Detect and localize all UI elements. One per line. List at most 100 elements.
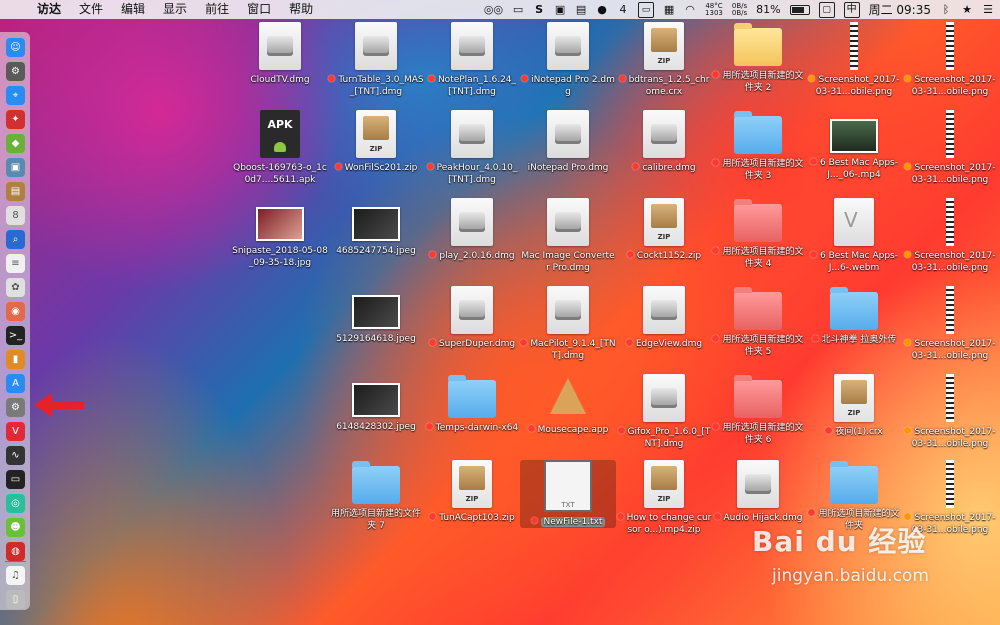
- netease-music-icon[interactable]: ◍: [6, 542, 25, 561]
- datetime[interactable]: 周二 09:35: [869, 1, 931, 18]
- desktop-file[interactable]: Screenshot_2017-03-31...obile.png: [806, 22, 902, 98]
- file-name: Screenshot_2017-03-31...obile.png: [911, 339, 996, 361]
- glasses-icon[interactable]: ◎◎: [484, 3, 503, 17]
- wechat-status-icon[interactable]: ●: [596, 3, 608, 17]
- desktop-file[interactable]: ZIP WonFilSc201.zip: [328, 110, 424, 174]
- desktop-file[interactable]: NotePlan_1.6.24_[TNT].dmg: [424, 22, 520, 98]
- menu-view[interactable]: 显示: [154, 0, 196, 19]
- clipboard-icon[interactable]: ▤: [575, 3, 587, 17]
- network-monitor[interactable]: 0B/s 0B/s: [732, 2, 747, 17]
- desktop-file[interactable]: APK Qboost-169763-o_1c0d7....5611.apk: [232, 110, 328, 186]
- desktop-file[interactable]: V 6 Best Mac Apps- J...6-.webm: [806, 198, 902, 274]
- desktop-file[interactable]: Audio Hijack.dmg: [710, 460, 806, 524]
- desktop-file[interactable]: 用所选项目新建的文件夹 4: [710, 198, 806, 270]
- s-icon[interactable]: S: [533, 3, 545, 17]
- system-preferences-icon[interactable]: ⚙: [6, 398, 25, 417]
- desktop-file[interactable]: SuperDuper.dmg: [424, 286, 520, 350]
- display-icon[interactable]: ▭: [512, 3, 524, 17]
- desktop-file[interactable]: Mac Image Converter Pro.dmg: [520, 198, 616, 274]
- desktop-file[interactable]: MacPilot_9.1.4_[TNT].dmg: [520, 286, 616, 362]
- battery-icon[interactable]: [789, 4, 810, 15]
- photos-wheel-icon[interactable]: ◉: [6, 302, 25, 321]
- appstore-icon[interactable]: A: [6, 374, 25, 393]
- photos-icon[interactable]: ✿: [6, 278, 25, 297]
- textedit-icon[interactable]: ≡: [6, 254, 25, 273]
- menu-file[interactable]: 文件: [70, 0, 112, 19]
- desktop-file[interactable]: 北斗神拳 拉奥外传: [806, 286, 902, 346]
- desktop-file[interactable]: PeakHour_4.0.10_[TNT].dmg: [424, 110, 520, 186]
- desktop-file[interactable]: ZIP bdtrans_1.2.5_chrome.crx: [616, 22, 712, 98]
- books-icon[interactable]: ▮: [6, 350, 25, 369]
- trash-icon[interactable]: ▯: [6, 590, 25, 609]
- menu-edit[interactable]: 编辑: [112, 0, 154, 19]
- desktop-file[interactable]: Snipaste_2018-05-08_09-35-18.jpg: [232, 198, 328, 269]
- desktop-file[interactable]: Screenshot_2017-03-31...obile.png: [902, 110, 998, 186]
- folder-icon: [734, 287, 782, 330]
- desktop-file[interactable]: Screenshot_2017-03-31...obile.png: [902, 198, 998, 274]
- desktop-file[interactable]: 用所选项目新建的文件夹 5: [710, 286, 806, 358]
- desktop-file[interactable]: Screenshot_2017-03-31...obile.png: [902, 286, 998, 362]
- desktop-file[interactable]: ZIP Cockt1152.zip: [616, 198, 712, 262]
- messenger-icon[interactable]: ◎: [6, 494, 25, 513]
- bluetooth-icon[interactable]: ᛒ: [940, 3, 952, 17]
- terminal-icon[interactable]: >_: [6, 326, 25, 345]
- calendar-icon[interactable]: 8: [6, 206, 25, 225]
- desktop-file[interactable]: 6148428302.jpeg: [328, 374, 424, 433]
- app-icon[interactable]: ▢: [818, 1, 835, 18]
- star-icon[interactable]: ★: [961, 3, 973, 17]
- app-red-icon[interactable]: ✦: [6, 110, 25, 129]
- box-icon: [651, 466, 677, 490]
- menu-list-icon[interactable]: ☰: [982, 3, 994, 17]
- notes-icon[interactable]: ▤: [6, 182, 25, 201]
- android-icon[interactable]: ◆: [6, 134, 25, 153]
- desktop-file[interactable]: 4685247754.jpeg: [328, 198, 424, 257]
- desktop-file[interactable]: Gifox_Pro_1.6.0_[TNT].dmg: [616, 374, 712, 450]
- vivaldi-icon[interactable]: V: [6, 422, 25, 441]
- desktop-file[interactable]: 用所选项目新建的文件夹 2: [710, 22, 806, 94]
- file-name: Mousecape.app: [537, 425, 609, 435]
- desktop-file[interactable]: Temps-darwin-x64: [424, 374, 520, 434]
- desktop-file[interactable]: 用所选项目新建的文件夹 7: [328, 460, 424, 532]
- menu-help[interactable]: 帮助: [280, 0, 322, 19]
- desktop-file[interactable]: 6 Best Mac Apps- J..._06-.mp4: [806, 110, 902, 181]
- finder-icon[interactable]: ☺: [6, 38, 25, 57]
- tag-dot-orange: [904, 427, 912, 434]
- desktop-file[interactable]: TXT NewFile-1.txt: [520, 460, 616, 528]
- desktop-file[interactable]: ZIP TunACapt103.zip: [424, 460, 520, 524]
- desktop-file[interactable]: Screenshot_2017-03-31...obile.png: [902, 22, 998, 98]
- itunes-icon[interactable]: ♫: [6, 566, 25, 585]
- wifi-icon[interactable]: ◠: [684, 3, 696, 17]
- desktop-file[interactable]: 5129164618.jpeg: [328, 286, 424, 345]
- desktop-file[interactable]: ZIP 夜间(1).crx: [806, 374, 902, 438]
- image-strip-icon: [946, 286, 954, 334]
- desktop-file[interactable]: Mousecape.app: [520, 374, 616, 436]
- desktop-file[interactable]: Screenshot_2017-03-31...obile.png: [902, 374, 998, 450]
- grid-icon[interactable]: ▦: [663, 3, 675, 17]
- desktop-file[interactable]: iNotepad Pro 2.dmg: [520, 22, 616, 98]
- safari-icon[interactable]: ⌖: [6, 86, 25, 105]
- desktop-file[interactable]: CloudTV.dmg: [232, 22, 328, 86]
- cpu-monitor[interactable]: 48°C 1303: [705, 2, 723, 17]
- menu-go[interactable]: 前往: [196, 0, 238, 19]
- desktop-file[interactable]: iNotepad Pro.dmg: [520, 110, 616, 174]
- menu-finder[interactable]: 访达: [28, 0, 70, 19]
- window-icon[interactable]: ▭: [638, 1, 655, 18]
- search-app-icon[interactable]: ⌕: [6, 230, 25, 249]
- desktop-file[interactable]: ZIP How to change cursor o...).mp4.zip: [616, 460, 712, 536]
- terminal-dark-icon[interactable]: ▭: [6, 470, 25, 489]
- folder-icon: [734, 111, 782, 154]
- desktop-file[interactable]: TurnTable_3.0_MAS_[TNT].dmg: [328, 22, 424, 98]
- launchpad-icon[interactable]: ⚙: [6, 62, 25, 81]
- wechat-icon[interactable]: ☻: [6, 518, 25, 537]
- desktop-file[interactable]: 用所选项目新建的文件夹 6: [710, 374, 806, 446]
- desktop-file[interactable]: calibre.dmg: [616, 110, 712, 174]
- image-strip-icon: [946, 460, 954, 508]
- input-method-icon[interactable]: 中: [843, 1, 860, 18]
- desktop-file[interactable]: 用所选项目新建的文件夹 3: [710, 110, 806, 182]
- desktop-file[interactable]: play_2.0.16.dmg: [424, 198, 520, 262]
- preview-icon[interactable]: ▣: [6, 158, 25, 177]
- monitor-icon[interactable]: ▣: [554, 3, 566, 17]
- desktop-file[interactable]: EdgeView.dmg: [616, 286, 712, 350]
- activity-monitor-icon[interactable]: ∿: [6, 446, 25, 465]
- menu-window[interactable]: 窗口: [238, 0, 280, 19]
